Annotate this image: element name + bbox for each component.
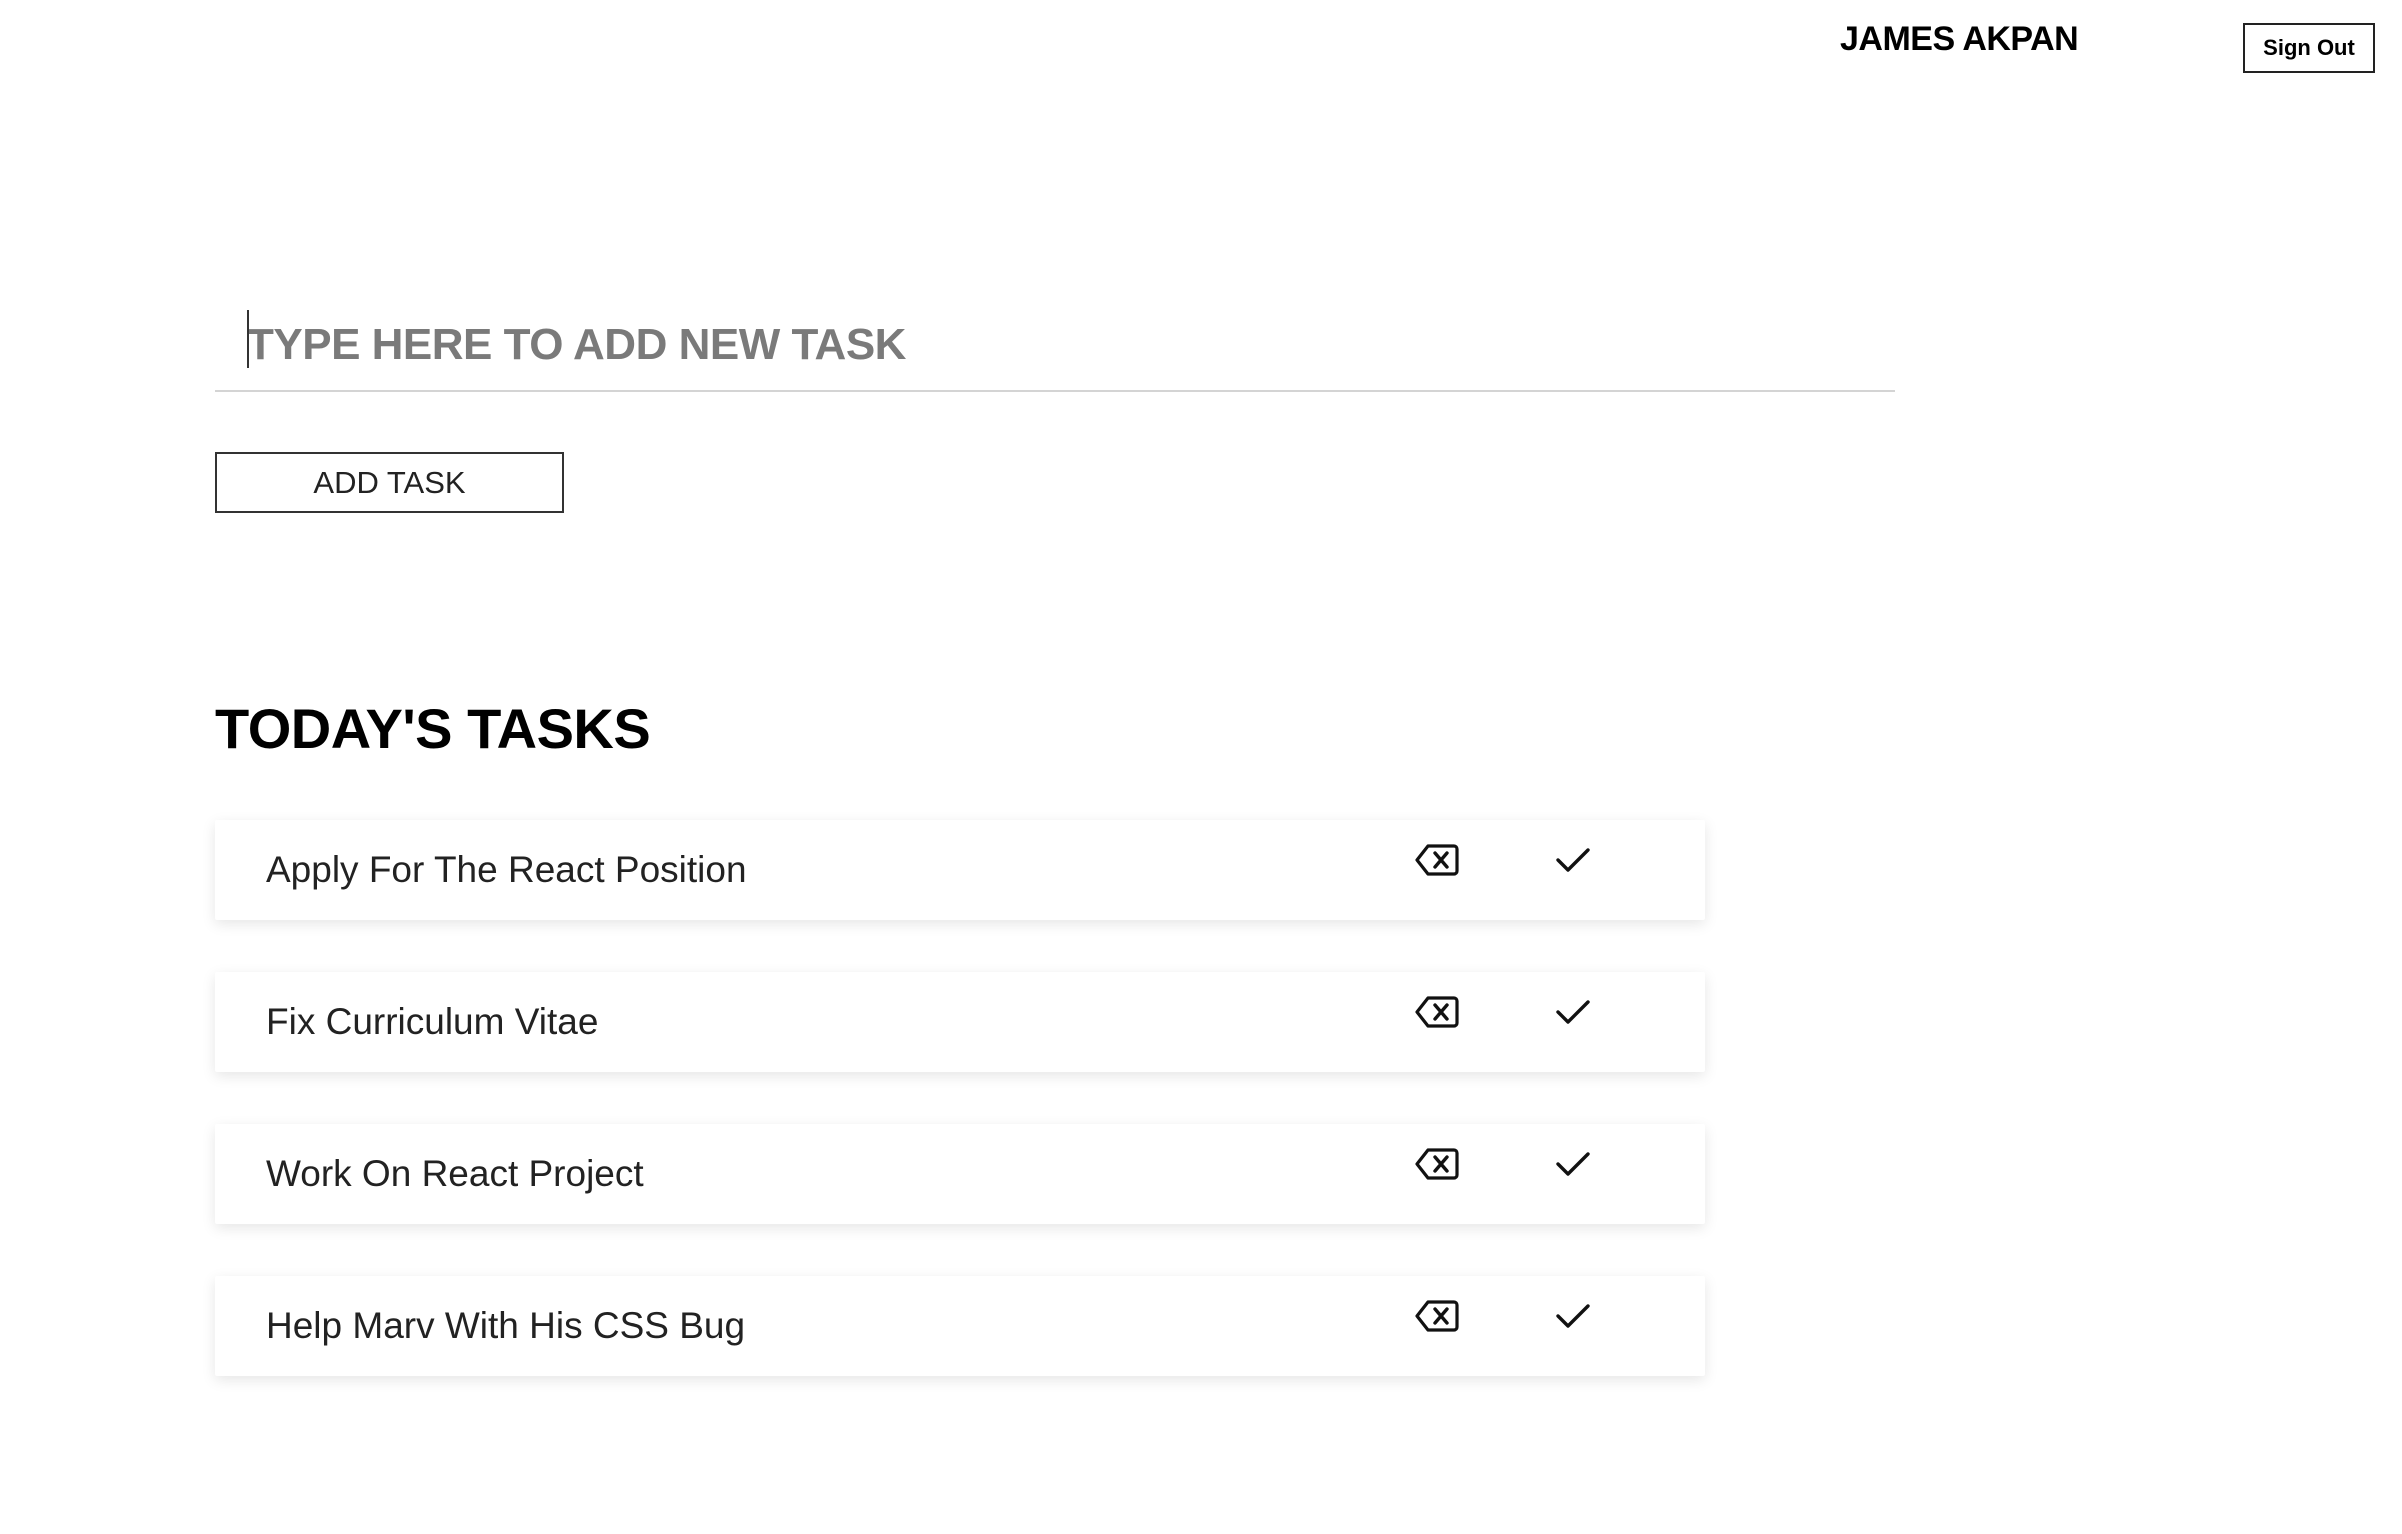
complete-task-button[interactable] — [1549, 840, 1597, 880]
text-caret — [247, 310, 249, 368]
section-title: TODAY'S TASKS — [215, 697, 651, 760]
task-label: Fix Curriculum Vitae — [266, 1001, 599, 1042]
sign-out-button[interactable]: Sign Out — [2243, 23, 2375, 73]
user-name: JAMES AKPAN — [1840, 20, 2079, 58]
checkmark-icon — [1556, 848, 1590, 872]
checkmark-icon — [1556, 1000, 1590, 1024]
todo-app: JAMES AKPAN Sign Out ADD TASK TODAY'S TA… — [0, 0, 2402, 1534]
task-card: Help Marv With His CSS Bug — [215, 1276, 1705, 1376]
complete-task-button[interactable] — [1549, 992, 1597, 1032]
add-task-button[interactable]: ADD TASK — [215, 452, 564, 513]
delete-task-button[interactable] — [1413, 840, 1461, 880]
delete-task-button[interactable] — [1413, 992, 1461, 1032]
backspace-delete-icon — [1415, 1300, 1459, 1332]
backspace-delete-icon — [1415, 1148, 1459, 1180]
task-list: Apply For The React Position Fix Curricu… — [215, 820, 1705, 1428]
task-label: Work On React Project — [266, 1153, 644, 1194]
backspace-delete-icon — [1415, 844, 1459, 876]
task-card: Apply For The React Position — [215, 820, 1705, 920]
checkmark-icon — [1556, 1304, 1590, 1328]
task-label: Help Marv With His CSS Bug — [266, 1305, 746, 1346]
task-card: Work On React Project — [215, 1124, 1705, 1224]
task-card: Fix Curriculum Vitae — [215, 972, 1705, 1072]
delete-task-button[interactable] — [1413, 1296, 1461, 1336]
new-task-input[interactable] — [215, 300, 1895, 390]
checkmark-icon — [1556, 1152, 1590, 1176]
new-task-field — [215, 300, 1895, 392]
delete-task-button[interactable] — [1413, 1144, 1461, 1184]
complete-task-button[interactable] — [1549, 1296, 1597, 1336]
task-label: Apply For The React Position — [266, 849, 747, 890]
complete-task-button[interactable] — [1549, 1144, 1597, 1184]
backspace-delete-icon — [1415, 996, 1459, 1028]
